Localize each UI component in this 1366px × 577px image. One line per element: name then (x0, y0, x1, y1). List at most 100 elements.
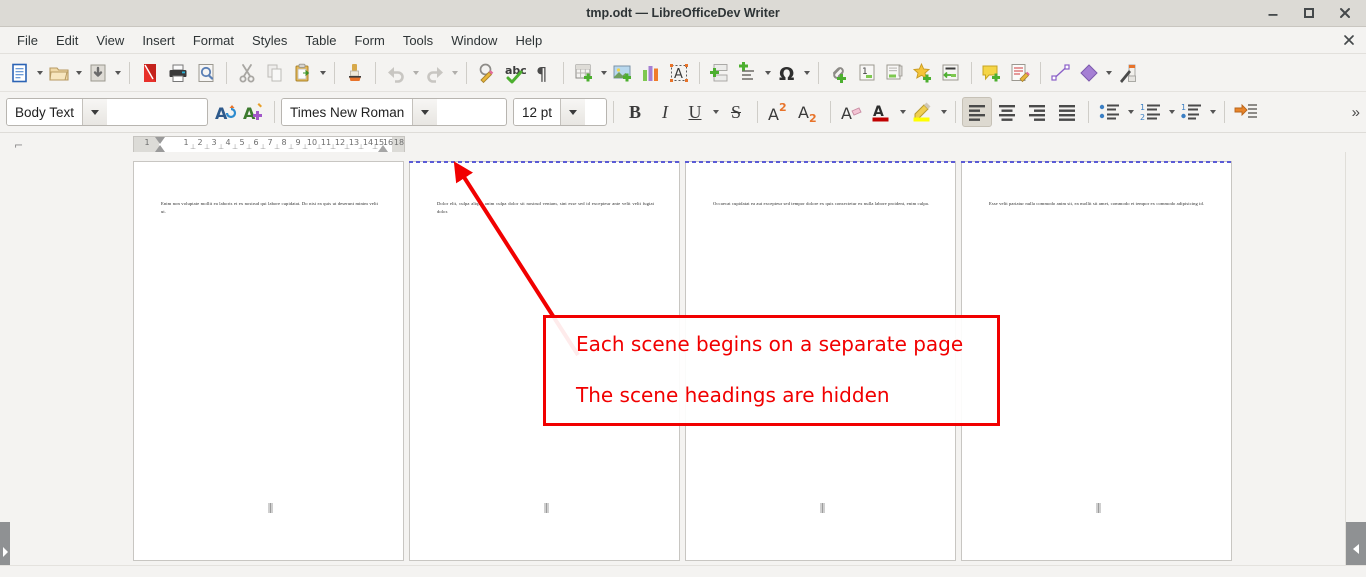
new-style-icon[interactable]: A (240, 98, 268, 126)
ruler-tab-stop[interactable]: ⊥ (274, 143, 280, 151)
menu-item-help[interactable]: Help (506, 30, 551, 51)
show-left-panel-tab[interactable] (0, 522, 10, 566)
font-name-combo[interactable]: Times New Roman (281, 98, 507, 126)
document-page-1[interactable]: Enim non voluptate mollit ea laboris et … (133, 161, 404, 561)
formatting-marks-icon[interactable]: ¶ (529, 59, 557, 87)
font-size-dropdown-button[interactable] (560, 99, 586, 125)
outline-list-dropdown[interactable] (1207, 99, 1218, 125)
font-name-value[interactable]: Times New Roman (282, 99, 413, 125)
ruler-tab-stop[interactable]: ⊥ (330, 143, 336, 151)
cut-icon[interactable] (233, 59, 261, 87)
document-page-4[interactable]: Esse velit pariatur nulla commodo anim s… (961, 161, 1232, 561)
basic-shapes-dropdown[interactable] (1103, 60, 1114, 86)
menu-item-edit[interactable]: Edit (47, 30, 87, 51)
ruler-tab-stop[interactable]: ⊥ (260, 143, 266, 151)
track-changes-icon[interactable] (1006, 59, 1034, 87)
font-color-dropdown[interactable] (897, 99, 908, 125)
insert-field-dropdown[interactable] (762, 60, 773, 86)
insert-chart-icon[interactable] (637, 59, 665, 87)
ruler-tab-stop[interactable]: ⊥ (246, 143, 252, 151)
italic-button[interactable]: I (650, 97, 680, 127)
print-icon[interactable] (164, 59, 192, 87)
ruler-tab-stop[interactable]: ⊥ (302, 143, 308, 151)
insert-field-icon[interactable] (734, 59, 762, 87)
save-document-dropdown[interactable] (112, 60, 123, 86)
vertical-scrollbar[interactable] (1345, 152, 1366, 566)
underline-dropdown[interactable] (710, 99, 721, 125)
ruler-tab-stop[interactable]: ⊥ (288, 143, 294, 151)
export-pdf-icon[interactable] (136, 59, 164, 87)
insert-bookmark-icon[interactable] (909, 59, 937, 87)
menu-item-file[interactable]: File (8, 30, 47, 51)
insert-hyperlink-icon[interactable] (825, 59, 853, 87)
paste-dropdown[interactable] (317, 60, 328, 86)
insert-comment-icon[interactable] (978, 59, 1006, 87)
menu-item-styles[interactable]: Styles (243, 30, 296, 51)
insert-special-character-dropdown[interactable] (801, 60, 812, 86)
highlighting-color-icon[interactable] (908, 97, 938, 127)
insert-line-icon[interactable] (1047, 59, 1075, 87)
redo-icon[interactable] (421, 59, 449, 87)
new-document-dropdown[interactable] (34, 60, 45, 86)
insert-textbox-icon[interactable]: A (665, 59, 693, 87)
menu-item-view[interactable]: View (87, 30, 133, 51)
paste-icon[interactable] (289, 59, 317, 87)
ordered-list-icon[interactable]: 1 2 (1136, 97, 1166, 127)
spelling-icon[interactable]: abc (501, 59, 529, 87)
clone-formatting-icon[interactable] (341, 59, 369, 87)
first-line-indent-marker[interactable] (155, 137, 165, 144)
right-indent-marker[interactable] (378, 145, 388, 152)
paragraph-style-value[interactable]: Body Text (7, 99, 83, 125)
menu-item-form[interactable]: Form (345, 30, 393, 51)
align-right-icon[interactable] (1022, 97, 1052, 127)
print-preview-icon[interactable] (192, 59, 220, 87)
menu-item-tools[interactable]: Tools (394, 30, 442, 51)
basic-shapes-icon[interactable] (1075, 59, 1103, 87)
ruler-tab-stop[interactable]: ⊥ (344, 143, 350, 151)
close-document-icon[interactable] (1342, 33, 1356, 47)
menu-item-format[interactable]: Format (184, 30, 243, 51)
paragraph-style-dropdown-button[interactable] (82, 99, 108, 125)
ordered-list-dropdown[interactable] (1166, 99, 1177, 125)
insert-footnote-icon[interactable]: 1 (853, 59, 881, 87)
align-center-icon[interactable] (992, 97, 1022, 127)
highlighting-color-dropdown[interactable] (938, 99, 949, 125)
horizontal-ruler[interactable]: 1 1 2 3 4 5 6 7 8 9 10 11 12 13 14 15 16… (133, 136, 405, 153)
ruler-tab-stop[interactable]: ⊥ (204, 143, 210, 151)
font-size-combo[interactable]: 12 pt (513, 98, 607, 126)
clear-formatting-icon[interactable]: A (837, 97, 867, 127)
maximize-button[interactable] (1302, 6, 1316, 20)
close-button[interactable] (1338, 6, 1352, 20)
insert-endnote-icon[interactable] (881, 59, 909, 87)
menu-item-table[interactable]: Table (296, 30, 345, 51)
outline-list-icon[interactable]: 1 (1177, 97, 1207, 127)
undo-dropdown[interactable] (410, 60, 421, 86)
update-style-icon[interactable]: A (212, 98, 240, 126)
insert-table-dropdown[interactable] (598, 60, 609, 86)
align-justified-icon[interactable] (1052, 97, 1082, 127)
ruler-tab-stop[interactable]: ⊥ (190, 143, 196, 151)
ruler-tab-stop[interactable]: ⊥ (218, 143, 224, 151)
unordered-list-dropdown[interactable] (1125, 99, 1136, 125)
underline-button[interactable]: U (680, 97, 710, 127)
increase-indent-icon[interactable] (1231, 97, 1261, 127)
subscript-button[interactable]: A 2 (794, 97, 824, 127)
insert-image-icon[interactable] (609, 59, 637, 87)
ruler-tab-stop[interactable]: ⊥ (232, 143, 238, 151)
insert-table-icon[interactable] (570, 59, 598, 87)
align-left-icon[interactable] (962, 97, 992, 127)
font-size-value[interactable]: 12 pt (514, 99, 561, 125)
insert-cross-reference-icon[interactable] (937, 59, 965, 87)
find-replace-icon[interactable] (473, 59, 501, 87)
insert-page-break-icon[interactable] (706, 59, 734, 87)
font-name-dropdown-button[interactable] (412, 99, 438, 125)
menu-item-insert[interactable]: Insert (133, 30, 184, 51)
ruler-tab-stop[interactable]: ⊥ (316, 143, 322, 151)
superscript-button[interactable]: A 2 (764, 97, 794, 127)
strikethrough-button[interactable]: S (721, 97, 751, 127)
minimize-button[interactable] (1266, 6, 1280, 20)
ruler-tab-stop[interactable]: ⊥ (358, 143, 364, 151)
save-document-icon[interactable] (84, 59, 112, 87)
font-color-icon[interactable]: A (867, 97, 897, 127)
undo-icon[interactable] (382, 59, 410, 87)
